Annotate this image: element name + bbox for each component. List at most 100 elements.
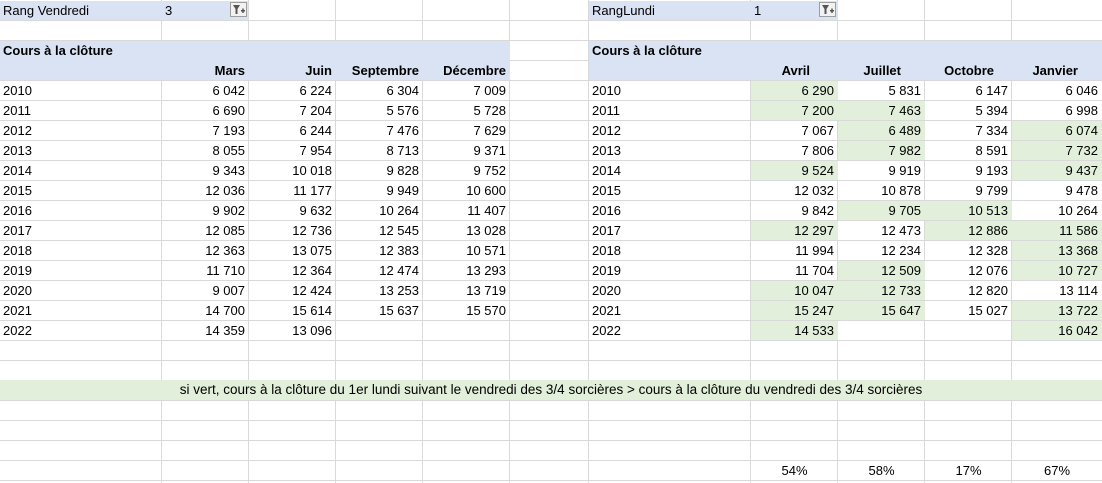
left-value-cell: 6 042 [212,83,245,98]
right-value-cell-green: 7 200 [751,101,838,120]
left-value-cell: 14 700 [205,303,245,318]
left-value-cell: 10 571 [466,243,506,258]
right-value-cell: 6 046 [1065,83,1098,98]
left-value-cell: 9 902 [212,203,245,218]
right-year-cell: 2019 [592,263,621,278]
legend-note: si vert, cours à la clôture du 1er lundi… [0,380,1102,400]
right-value-cell-green: 9 437 [1012,161,1102,180]
left-value-cell: 5 728 [473,103,506,118]
left-value-cell [336,321,423,340]
right-value-cell-green: 7 463 [838,101,925,120]
left-year-cell: 2012 [3,123,32,138]
left-value-cell: 6 690 [212,103,245,118]
right-col-header: Avril [781,63,810,78]
right-year-cell: 2011 [592,103,620,118]
right-value-cell-green: 13 368 [1012,241,1102,260]
right-year-cell: 2015 [592,183,621,198]
left-value-cell [423,321,510,340]
left-value-cell: 12 424 [292,283,332,298]
left-value-cell: 11 407 [467,203,506,218]
left-value-cell: 13 293 [466,263,506,278]
left-value-cell: 12 364 [292,263,332,278]
right-value-cell-green: 7 732 [1012,141,1102,160]
right-value-cell: 12 328 [968,243,1008,258]
left-year-cell: 2022 [3,323,32,338]
right-value-cell-green: 10 047 [751,281,838,300]
right-value-cell: 5 394 [975,103,1008,118]
left-year-cell: 2017 [3,223,32,238]
left-filter-value: 3 [165,3,173,18]
left-value-cell: 7 193 [212,123,245,138]
right-year-cell: 2020 [592,283,621,298]
left-value-cell: 15 614 [292,303,332,318]
right-year-cell: 2018 [592,243,621,258]
right-value-cell-green: 9 705 [838,201,925,220]
left-col-header: Septembre [351,63,419,78]
right-col-header: Janvier [1032,63,1078,78]
left-value-cell: 7 476 [386,123,419,138]
right-value-cell: 6 147 [975,83,1008,98]
left-value-cell: 12 363 [205,243,245,258]
filter-icon [822,5,834,14]
left-filter-button[interactable] [230,2,247,17]
right-value-cell-green: 13 722 [1012,301,1102,320]
right-value-cell-green: 6 074 [1012,121,1102,140]
right-value-cell-green: 11 586 [1012,221,1102,240]
left-value-cell: 7 954 [299,143,332,158]
right-value-cell: 9 919 [888,163,921,178]
left-year-cell: 2013 [3,143,32,158]
left-value-cell: 15 570 [466,303,506,318]
left-value-cell: 13 719 [466,283,506,298]
left-value-cell: 13 075 [292,243,332,258]
left-value-cell: 9 828 [386,163,419,178]
right-value-cell: 12 473 [881,223,921,238]
left-value-cell: 10 264 [379,203,419,218]
right-value-cell: 9 478 [1065,183,1098,198]
left-value-cell: 12 085 [205,223,245,238]
right-year-cell: 2016 [592,203,621,218]
left-value-cell: 15 637 [379,303,419,318]
left-col-header: Décembre [443,63,506,78]
left-value-cell: 9 632 [299,203,332,218]
right-value-cell-green: 6 290 [751,81,838,100]
right-year-cell: 2013 [592,143,621,158]
right-value-cell: 13 114 [1059,283,1098,298]
percentage-janvier: 67% [1043,463,1071,478]
right-value-cell-green: 12 509 [838,261,925,280]
right-col-header: Octobre [944,63,994,78]
right-value-cell-green: 6 489 [838,121,925,140]
right-value-cell-green: 15 647 [838,301,925,320]
filter-icon [233,5,245,14]
left-value-cell: 13 096 [292,323,332,338]
left-value-cell: 9 949 [386,183,419,198]
right-value-cell: 8 591 [975,143,1008,158]
right-value-cell-green: 15 247 [751,301,838,320]
right-year-cell: 2012 [592,123,621,138]
left-value-cell: 5 576 [386,103,419,118]
left-value-cell: 7 204 [299,103,332,118]
right-value-cell-green: 10 513 [925,201,1012,220]
left-year-cell: 2019 [3,263,32,278]
percentage-juillet: 58% [868,463,895,478]
right-value-cell: 12 234 [881,243,921,258]
right-value-cell [925,321,1012,340]
right-value-cell: 7 334 [975,123,1008,138]
left-value-cell: 11 177 [293,183,332,198]
left-value-cell: 7 009 [473,83,506,98]
left-value-cell: 8 713 [386,143,419,158]
right-value-cell-green: 12 886 [925,221,1012,240]
left-col-header: Juin [305,63,332,78]
right-year-cell: 2010 [592,83,621,98]
right-value-cell: 10 264 [1058,203,1098,218]
left-value-cell: 12 545 [379,223,419,238]
right-year-cell: 2014 [592,163,621,178]
left-value-cell: 6 244 [299,123,332,138]
right-value-cell: 7 806 [801,143,834,158]
right-value-cell: 12 032 [794,183,834,198]
right-value-cell: 10 878 [881,183,921,198]
left-year-cell: 2011 [3,103,31,118]
left-year-cell: 2020 [3,283,32,298]
right-filter-button[interactable] [819,2,836,17]
right-value-cell: 12 076 [968,263,1008,278]
left-year-cell: 2018 [3,243,32,258]
